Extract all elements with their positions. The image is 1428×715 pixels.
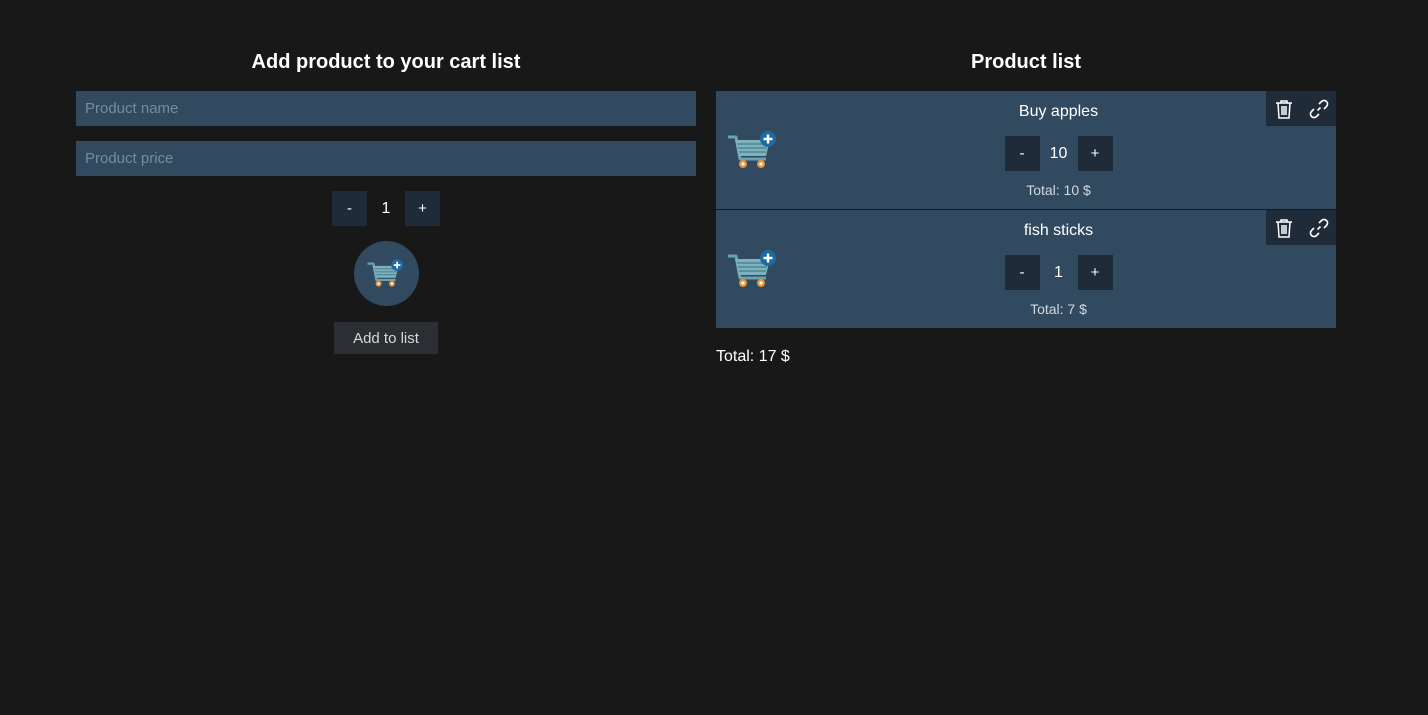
quantity-value: 1 — [1054, 263, 1063, 281]
quantity-value: 10 — [1049, 144, 1068, 162]
product-price-input[interactable] — [76, 141, 696, 176]
increase-button[interactable]: + — [405, 191, 440, 226]
product-list-panel: Product list Buy apples - 10 + Total: 10… — [716, 50, 1336, 366]
list-item: fish sticks - 1 + Total: 7 $ — [716, 210, 1336, 328]
decrease-button[interactable]: - — [1004, 136, 1040, 171]
increase-button[interactable]: + — [1077, 136, 1113, 171]
cart-plus-icon — [726, 131, 780, 171]
add-to-list-button[interactable]: Add to list — [334, 322, 438, 354]
decrease-button[interactable]: - — [332, 191, 367, 226]
product-list: Buy apples - 10 + Total: 10 $ fish stick… — [716, 91, 1336, 328]
item-total: Total: 7 $ — [1030, 301, 1087, 317]
item-details: Buy apples - 10 + Total: 10 $ — [786, 102, 1331, 198]
item-name: fish sticks — [1023, 222, 1094, 239]
app-root: Add product to your cart list - 1 + Add … — [0, 0, 1428, 715]
item-total: Total: 10 $ — [1026, 182, 1091, 198]
quantity-value: 1 — [381, 199, 391, 217]
grand-total: Total: 17 $ — [716, 348, 790, 365]
increase-button[interactable]: + — [1077, 255, 1113, 290]
decrease-button[interactable]: - — [1004, 255, 1040, 290]
item-name: Buy apples — [1018, 103, 1099, 120]
add-product-panel: Add product to your cart list - 1 + Add … — [76, 50, 696, 354]
quantity-stepper: - 1 + — [1004, 255, 1113, 290]
cart-image — [353, 241, 419, 306]
quantity-stepper: - 1 + — [76, 191, 696, 226]
cart-plus-icon — [366, 259, 406, 289]
cart-plus-icon — [726, 250, 780, 290]
quantity-stepper: - 10 + — [1004, 136, 1113, 171]
add-product-title: Add product to your cart list — [251, 51, 521, 73]
product-name-input[interactable] — [76, 91, 696, 126]
item-details: fish sticks - 1 + Total: 7 $ — [786, 221, 1331, 317]
list-item: Buy apples - 10 + Total: 10 $ — [716, 91, 1336, 209]
product-list-title: Product list — [970, 51, 1081, 73]
